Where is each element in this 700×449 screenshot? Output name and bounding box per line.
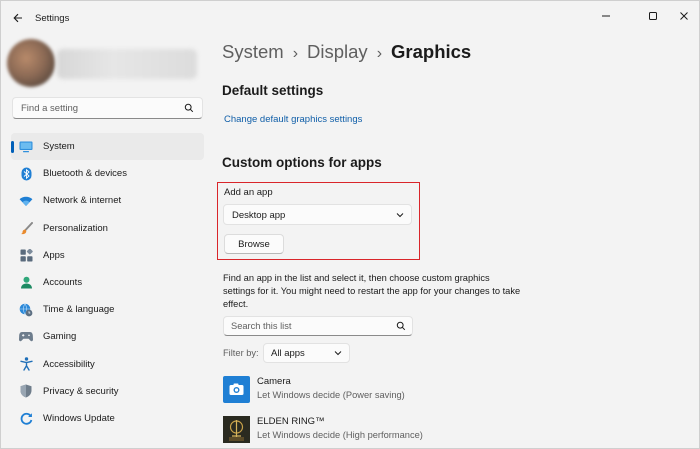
app-graphics-setting: Let Windows decide (High performance) xyxy=(257,430,423,440)
app-name: ELDEN RING™ xyxy=(257,416,325,427)
sidebar-item-label: Network & internet xyxy=(43,195,122,207)
accessibility-icon xyxy=(19,357,33,371)
sidebar-search-placeholder: Find a setting xyxy=(21,103,79,114)
sidebar-search-input[interactable]: Find a setting xyxy=(12,97,203,119)
sidebar-item-label: System xyxy=(43,141,75,153)
default-settings-heading: Default settings xyxy=(222,83,324,98)
minimize-button[interactable] xyxy=(593,7,619,25)
filter-dropdown[interactable]: All apps xyxy=(263,343,350,363)
change-default-graphics-link[interactable]: Change default graphics settings xyxy=(224,114,362,125)
app-type-value: Desktop app xyxy=(232,210,286,221)
sidebar-item-network[interactable]: Network & internet xyxy=(11,187,204,214)
sidebar-item-windows-update[interactable]: Windows Update xyxy=(11,405,204,432)
search-icon xyxy=(184,103,194,113)
maximize-icon xyxy=(649,12,657,20)
avatar xyxy=(7,39,55,87)
app-list-search-input[interactable]: Search this list xyxy=(223,316,413,336)
person-icon xyxy=(19,276,33,290)
sidebar-nav: System Bluetooth & devices Network & int… xyxy=(11,133,204,432)
breadcrumb-system[interactable]: System xyxy=(222,41,284,62)
sidebar-item-label: Bluetooth & devices xyxy=(43,168,127,180)
custom-options-heading: Custom options for apps xyxy=(222,155,382,170)
sidebar-item-accounts[interactable]: Accounts xyxy=(11,269,204,296)
sidebar-item-personalization[interactable]: Personalization xyxy=(11,215,204,242)
profile-info-blurred xyxy=(57,49,197,79)
app-title: Settings xyxy=(35,13,70,24)
sidebar-item-label: Windows Update xyxy=(43,412,115,424)
apps-icon xyxy=(19,248,33,262)
filter-value: All apps xyxy=(271,348,305,359)
browse-button[interactable]: Browse xyxy=(224,234,284,254)
chevron-down-icon xyxy=(396,213,404,218)
back-arrow-icon xyxy=(13,13,22,23)
search-icon xyxy=(396,321,406,331)
sidebar-item-label: Apps xyxy=(43,249,65,261)
close-icon xyxy=(680,12,688,20)
sidebar-item-apps[interactable]: Apps xyxy=(11,242,204,269)
app-type-dropdown[interactable]: Desktop app xyxy=(223,204,412,225)
sidebar-item-label: Accessibility xyxy=(43,358,95,370)
settings-window: Settings Find a setting System Bluetooth… xyxy=(0,0,700,449)
sidebar-item-time-language[interactable]: Time & language xyxy=(11,296,204,323)
chevron-down-icon xyxy=(334,351,342,356)
refresh-icon xyxy=(19,411,33,425)
add-app-label: Add an app xyxy=(224,187,273,198)
elden-ring-icon xyxy=(223,416,250,443)
sidebar-item-label: Privacy & security xyxy=(43,385,119,397)
breadcrumb-display[interactable]: Display xyxy=(307,41,368,62)
monitor-icon xyxy=(19,140,33,154)
app-list-search-placeholder: Search this list xyxy=(231,321,292,331)
minimize-icon xyxy=(602,15,610,17)
sidebar-item-system[interactable]: System xyxy=(11,133,204,161)
globe-clock-icon xyxy=(19,303,33,317)
sidebar-item-label: Gaming xyxy=(43,331,77,343)
sidebar-item-privacy-security[interactable]: Privacy & security xyxy=(11,378,204,405)
breadcrumb: System › Display › Graphics xyxy=(222,41,471,63)
maximize-button[interactable] xyxy=(640,7,666,25)
filter-label: Filter by: xyxy=(223,348,259,358)
app-name: Camera xyxy=(257,376,291,387)
title-bar: Settings xyxy=(1,1,699,35)
gamepad-icon xyxy=(19,330,33,344)
camera-icon xyxy=(223,376,250,403)
user-profile[interactable] xyxy=(5,39,205,89)
app-graphics-setting: Let Windows decide (Power saving) xyxy=(257,390,405,400)
back-button[interactable] xyxy=(9,9,27,27)
chevron-right-icon: › xyxy=(292,45,299,62)
app-list-description: Find an app in the list and select it, t… xyxy=(223,273,521,309)
brush-icon xyxy=(19,221,33,235)
sidebar-item-label: Personalization xyxy=(43,222,108,234)
app-list-item-camera[interactable]: Camera Let Windows decide (Power saving) xyxy=(223,376,523,406)
close-button[interactable] xyxy=(671,7,697,25)
sidebar-item-bluetooth[interactable]: Bluetooth & devices xyxy=(11,160,204,187)
page-title: Graphics xyxy=(391,41,472,62)
bluetooth-icon xyxy=(19,167,33,181)
shield-icon xyxy=(19,384,33,398)
sidebar-item-label: Time & language xyxy=(43,304,115,316)
chevron-right-icon: › xyxy=(376,45,383,62)
sidebar-item-accessibility[interactable]: Accessibility xyxy=(11,351,204,378)
sidebar-item-label: Accounts xyxy=(43,277,83,289)
wifi-icon xyxy=(19,194,33,208)
app-list-item-elden-ring[interactable]: ELDEN RING™ Let Windows decide (High per… xyxy=(223,416,523,446)
sidebar-item-gaming[interactable]: Gaming xyxy=(11,323,204,350)
